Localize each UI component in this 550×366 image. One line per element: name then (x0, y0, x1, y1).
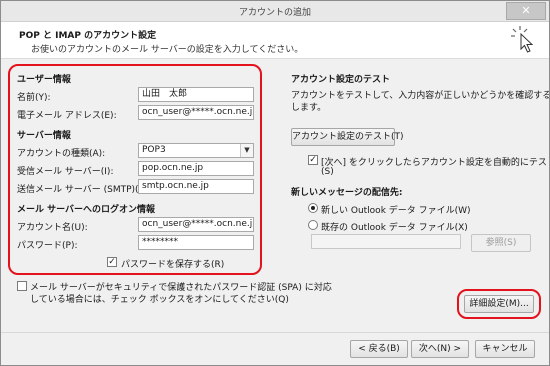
outgoing-server-field[interactable]: smtp.ocn.ne.jp (138, 179, 254, 194)
header-title: POP と IMAP のアカウント設定 (19, 31, 157, 41)
close-button[interactable]: ✕ (506, 2, 546, 20)
remember-password-checkbox[interactable]: ✓ (107, 257, 117, 267)
test-description-line2: します。 (291, 103, 327, 113)
remember-password-label: パスワードを保存する(R) (121, 260, 225, 270)
name-field[interactable]: 山田 太郎 (138, 87, 254, 102)
delivery-heading: 新しいメッセージの配信先: (291, 188, 403, 198)
add-account-dialog: アカウントの追加 ✕ POP と IMAP のアカウント設定 お使いのアカウント… (0, 0, 550, 366)
next-button[interactable]: 次へ(N) > (411, 340, 469, 358)
dialog-header: POP と IMAP のアカウント設定 お使いのアカウントのメール サーバーの設… (1, 22, 549, 59)
cancel-button[interactable]: キャンセル (475, 340, 535, 358)
auto-test-checkbox[interactable]: ✓ (308, 155, 318, 165)
spa-checkbox[interactable] (17, 281, 27, 291)
account-type-select[interactable]: POP3 ▼ (138, 143, 254, 158)
existing-data-file-radio[interactable] (308, 220, 318, 230)
auto-test-label-line2: (S) (321, 167, 334, 177)
name-label: 名前(Y): (17, 93, 51, 103)
account-name-field[interactable]: ocn_user@*****.ocn.ne.jp (138, 217, 254, 232)
title-bar: アカウントの追加 ✕ (1, 1, 549, 22)
mouse-pointer-icon (511, 26, 534, 53)
more-settings-button[interactable]: 詳細設定(M)... (464, 295, 534, 313)
logon-info-heading: メール サーバーへのログオン情報 (17, 205, 156, 215)
spa-label-line2: している場合には、チェック ボックスをオンにしてください(Q) (30, 295, 289, 305)
existing-data-file-path[interactable] (311, 234, 461, 249)
incoming-server-label: 受信メール サーバー(I): (17, 167, 114, 177)
footer-divider (1, 332, 549, 333)
incoming-server-field[interactable]: pop.ocn.ne.jp (138, 161, 254, 176)
email-label: 電子メール アドレス(E): (17, 111, 117, 121)
account-type-value: POP3 (142, 145, 166, 155)
back-button[interactable]: < 戻る(B) (350, 340, 408, 358)
browse-button[interactable]: 参照(S) (471, 234, 531, 252)
server-info-heading: サーバー情報 (17, 131, 71, 141)
auto-test-label-line1: [次へ] をクリックしたらアカウント設定を自動的にテストする (321, 158, 550, 168)
user-info-heading: ユーザー情報 (17, 75, 71, 85)
test-account-button[interactable]: アカウント設定のテスト(T) (291, 128, 404, 146)
account-name-label: アカウント名(U): (17, 223, 88, 233)
window-title: アカウントの追加 (238, 8, 311, 18)
email-field[interactable]: ocn_user@*****.ocn.ne.jp (138, 105, 254, 120)
password-field[interactable]: ******** (138, 235, 254, 250)
account-type-label: アカウントの種類(A): (17, 149, 106, 159)
test-description-line1: アカウントをテストして、入力内容が正しいかどうかを確認することをお勧め (291, 91, 549, 101)
test-heading: アカウント設定のテスト (291, 75, 391, 85)
password-label: パスワード(P): (17, 241, 78, 251)
new-data-file-radio[interactable] (308, 203, 318, 213)
outgoing-server-label: 送信メール サーバー (SMTP)(O): (17, 185, 153, 195)
header-subtitle: お使いのアカウントのメール サーバーの設定を入力してください。 (31, 45, 304, 55)
new-data-file-label: 新しい Outlook データ ファイル(W) (321, 206, 471, 216)
existing-data-file-label: 既存の Outlook データ ファイル(X) (321, 223, 468, 233)
chevron-down-icon[interactable]: ▼ (240, 144, 253, 157)
